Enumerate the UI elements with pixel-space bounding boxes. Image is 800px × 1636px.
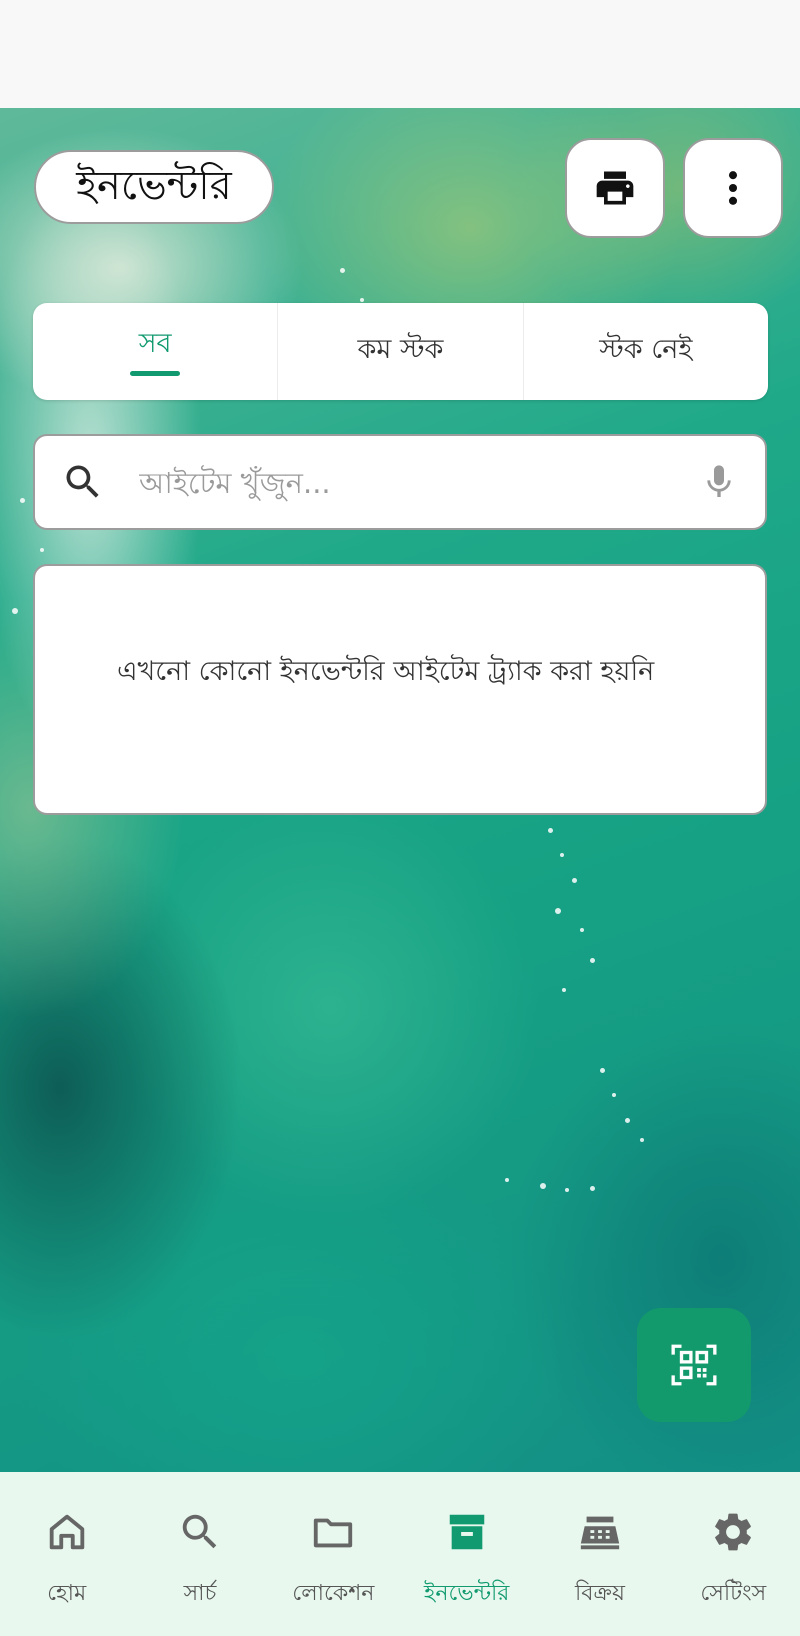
nav-item-inventory[interactable]: ইনভেন্টরি (400, 1472, 533, 1636)
inventory-screen: ইনভেন্টরি সব কম স্টক স্টক নেই আইটেম খুঁজ… (0, 0, 800, 1636)
search-input[interactable] (137, 454, 701, 512)
tab-all-label: সব (138, 328, 172, 359)
print-button[interactable] (565, 138, 665, 238)
cash-register-icon (576, 1508, 624, 1556)
page-title-text: ইনভেন্টরি (76, 162, 232, 209)
status-bar (0, 0, 800, 108)
more-options-button[interactable] (683, 138, 783, 238)
search-bar (33, 434, 767, 530)
archive-box-icon (443, 1508, 491, 1556)
scan-qr-button[interactable] (637, 1308, 751, 1422)
search-icon (176, 1508, 224, 1556)
nav-label-settings: সেটিংস (700, 1581, 767, 1606)
nav-item-settings[interactable]: সেটিংস (667, 1472, 800, 1636)
empty-state-card: এখনো কোনো ইনভেন্টরি আইটেম ট্র্যাক করা হয… (33, 564, 767, 815)
print-icon (596, 171, 634, 205)
bottom-navigation: হোম সার্চ লোকেশন ইনভেন্টরি বিক্রয় সেটিং… (0, 1472, 800, 1636)
tab-low-stock-label: কম স্টক (357, 334, 444, 365)
tab-out-of-stock[interactable]: স্টক নেই (522, 303, 768, 400)
nav-label-location: লোকেশন (292, 1581, 375, 1606)
qr-scan-icon (671, 1344, 717, 1386)
home-icon (43, 1508, 91, 1556)
tab-all[interactable]: সব (33, 303, 277, 400)
nav-label-home: হোম (47, 1581, 87, 1606)
active-tab-indicator (130, 371, 180, 376)
nav-item-sales[interactable]: বিক্রয় (533, 1472, 666, 1636)
page-title: ইনভেন্টরি (34, 150, 274, 224)
more-vertical-icon (728, 171, 738, 205)
tab-low-stock[interactable]: কম স্টক (277, 303, 522, 400)
nav-item-home[interactable]: হোম (0, 1472, 133, 1636)
gear-icon (709, 1508, 757, 1556)
nav-label-inventory: ইনভেন্টরি (423, 1581, 510, 1606)
nav-label-search: সার্চ (183, 1581, 217, 1606)
stock-filter-tabs: সব কম স্টক স্টক নেই (33, 303, 768, 400)
nav-item-search[interactable]: সার্চ (133, 1472, 266, 1636)
empty-state-message: এখনো কোনো ইনভেন্টরি আইটেম ট্র্যাক করা হয… (117, 656, 655, 687)
tab-out-of-stock-label: স্টক নেই (599, 334, 693, 365)
folder-icon (309, 1508, 357, 1556)
mic-icon[interactable] (699, 462, 739, 502)
nav-item-location[interactable]: লোকেশন (267, 1472, 400, 1636)
search-icon (66, 465, 99, 498)
nav-label-sales: বিক্রয় (575, 1581, 625, 1606)
